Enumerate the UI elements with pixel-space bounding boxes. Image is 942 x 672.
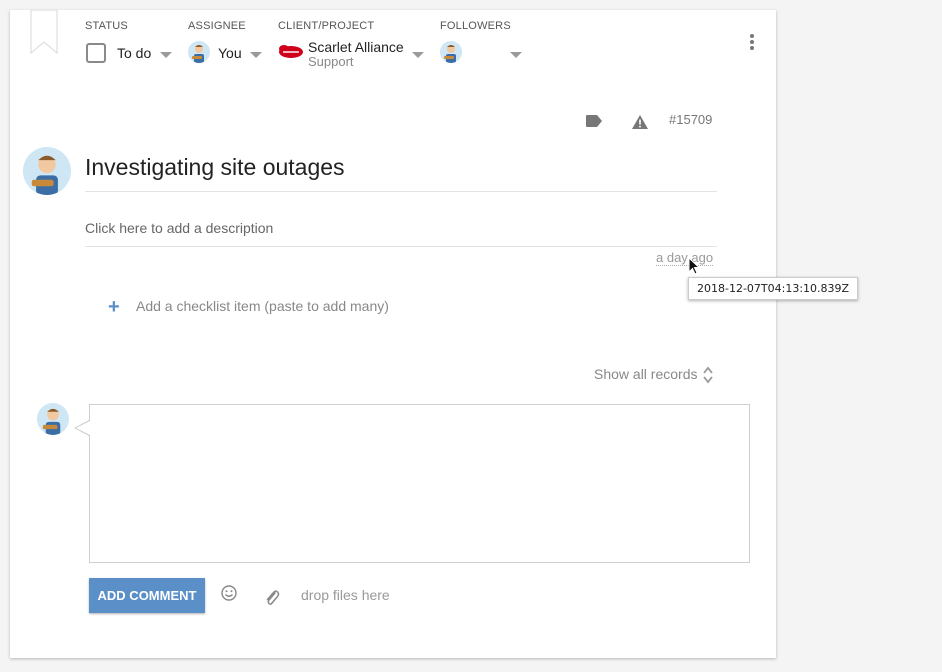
client-logo-icon: [279, 45, 303, 58]
client-name[interactable]: Scarlet Alliance: [308, 39, 404, 55]
client-dropdown-caret-icon[interactable]: [412, 52, 424, 58]
status-dropdown-caret-icon[interactable]: [160, 52, 172, 58]
add-checklist-label: Add a checklist item (paste to add many): [136, 298, 389, 314]
warning-icon[interactable]: [631, 114, 649, 130]
created-relative-time[interactable]: a day ago: [656, 251, 714, 266]
user-avatar-icon: [23, 147, 71, 195]
followers-dropdown-caret-icon[interactable]: [510, 52, 522, 58]
attachment-icon[interactable]: [264, 589, 280, 607]
assignee-value[interactable]: You: [218, 45, 242, 61]
task-card: STATUS To do ASSIGNEE You CLIENT/PROJECT…: [10, 10, 859, 658]
assignee-avatar[interactable]: [188, 41, 210, 63]
timestamp-tooltip: 2018-12-07T04:13:10.839Z: [688, 277, 859, 300]
project-name[interactable]: Support: [308, 54, 354, 69]
status-value[interactable]: To do: [117, 45, 151, 61]
comment-bubble-tail-inner: [76, 421, 90, 435]
plus-icon: +: [108, 296, 120, 318]
drop-files-hint: drop files here: [301, 587, 390, 603]
description-field[interactable]: Click here to add a description: [85, 220, 717, 247]
task-id: #15709: [669, 112, 713, 127]
client-project-label: CLIENT/PROJECT: [278, 20, 375, 32]
assignee-dropdown-caret-icon[interactable]: [250, 52, 262, 58]
unfold-icon[interactable]: [702, 365, 714, 385]
mouse-cursor-icon: [688, 257, 700, 275]
status-checkbox[interactable]: [86, 43, 106, 63]
followers-label: FOLLOWERS: [440, 20, 511, 32]
status-label: STATUS: [85, 20, 128, 32]
follower-avatar[interactable]: [440, 41, 462, 63]
comment-input[interactable]: [89, 404, 750, 563]
user-avatar-icon: [440, 41, 462, 63]
assignee-label: ASSIGNEE: [188, 20, 246, 32]
add-comment-button[interactable]: ADD COMMENT: [89, 578, 205, 613]
add-checklist-item[interactable]: + Add a checklist item (paste to add many…: [108, 296, 389, 319]
creator-avatar[interactable]: [23, 147, 71, 195]
tag-icon[interactable]: [585, 114, 603, 128]
show-all-records-link[interactable]: Show all records: [594, 366, 698, 382]
user-avatar-icon: [188, 41, 210, 63]
bookmark-icon[interactable]: [30, 10, 58, 54]
commenter-avatar: [37, 403, 69, 435]
user-avatar-icon: [37, 403, 69, 435]
task-title[interactable]: Investigating site outages: [85, 154, 717, 192]
more-options-icon[interactable]: [748, 34, 756, 52]
emoji-icon[interactable]: [221, 585, 237, 601]
